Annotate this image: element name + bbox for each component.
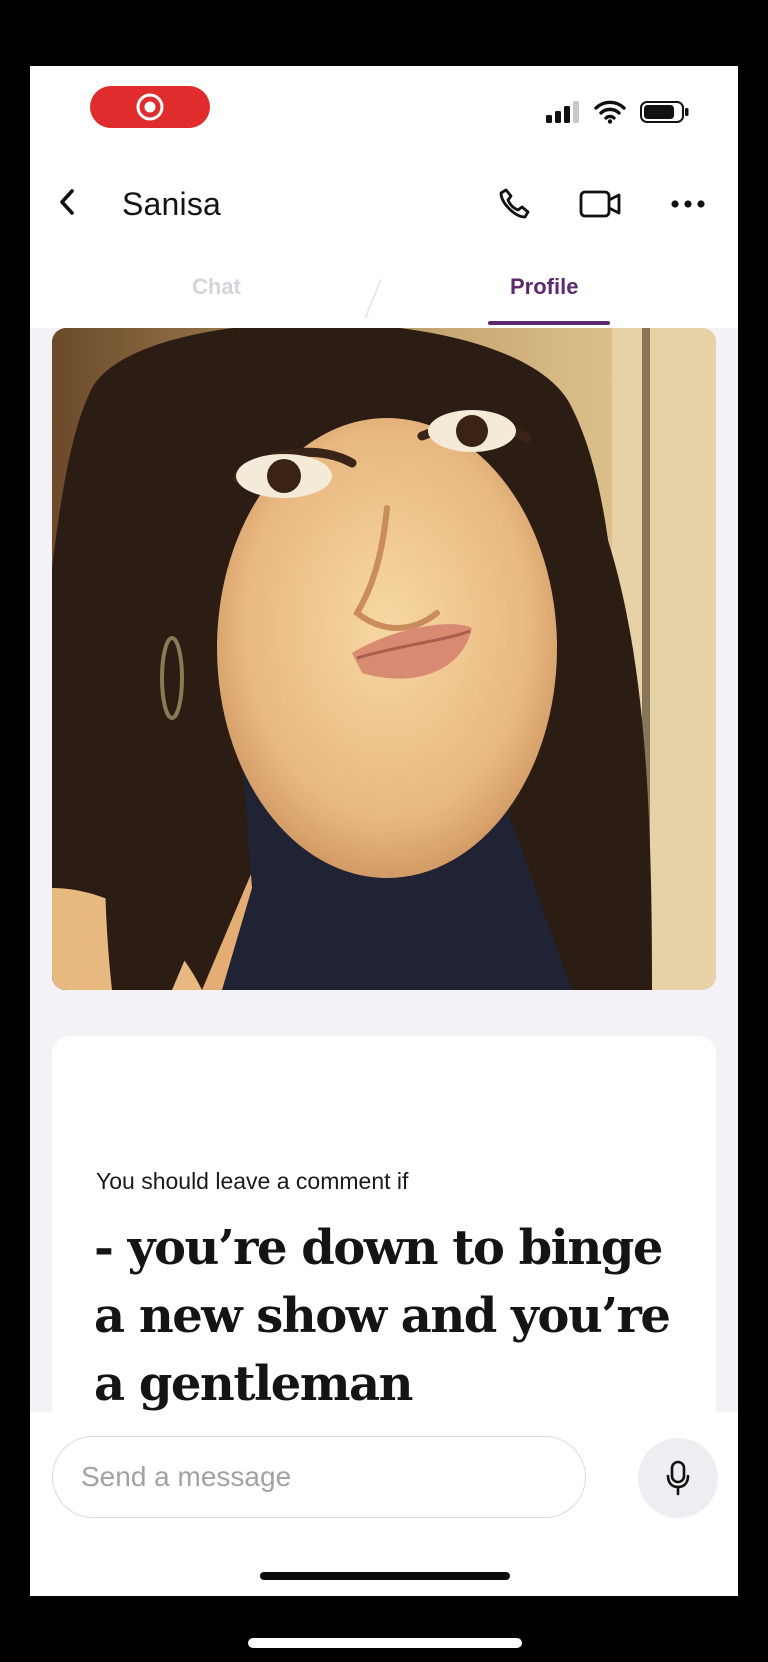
- screen-record-icon: [136, 93, 164, 121]
- wifi-icon: [594, 100, 626, 124]
- more-options-button[interactable]: [666, 184, 710, 224]
- tab-divider: [364, 279, 382, 319]
- tab-bar: Chat Profile: [30, 266, 738, 329]
- video-call-icon: [579, 190, 621, 218]
- device-home-bar: [248, 1638, 522, 1648]
- voice-message-button[interactable]: [638, 1438, 718, 1518]
- message-composer: [30, 1412, 738, 1596]
- status-icons: [546, 100, 690, 124]
- more-icon: [671, 200, 705, 208]
- prompt-question: You should leave a comment if: [96, 1168, 409, 1194]
- screen-recording-indicator[interactable]: [90, 86, 210, 128]
- phone-icon: [499, 188, 530, 219]
- app-screen: Sanisa Chat Profile You should leave a c…: [30, 66, 738, 1596]
- prompt-answer: - you’re down to binge a new show and yo…: [94, 1220, 671, 1412]
- signal-icon: [546, 101, 579, 123]
- active-tab-indicator: [488, 321, 610, 325]
- back-button[interactable]: [52, 180, 82, 224]
- profile-photo-image: [52, 328, 716, 990]
- prompt-card[interactable]: You should leave a comment if - you’re d…: [52, 1036, 716, 1476]
- chat-header: Sanisa: [30, 166, 738, 256]
- voice-call-button[interactable]: [492, 184, 536, 224]
- microphone-icon: [666, 1460, 690, 1496]
- back-chevron-icon: [60, 189, 74, 215]
- contact-name: Sanisa: [122, 186, 222, 222]
- video-call-button[interactable]: [578, 184, 622, 224]
- tab-chat[interactable]: Chat: [192, 274, 241, 300]
- home-indicator[interactable]: [260, 1572, 510, 1580]
- tab-profile[interactable]: Profile: [510, 274, 578, 300]
- battery-icon: [640, 101, 689, 123]
- message-input[interactable]: [52, 1436, 586, 1518]
- profile-photo[interactable]: [52, 328, 716, 990]
